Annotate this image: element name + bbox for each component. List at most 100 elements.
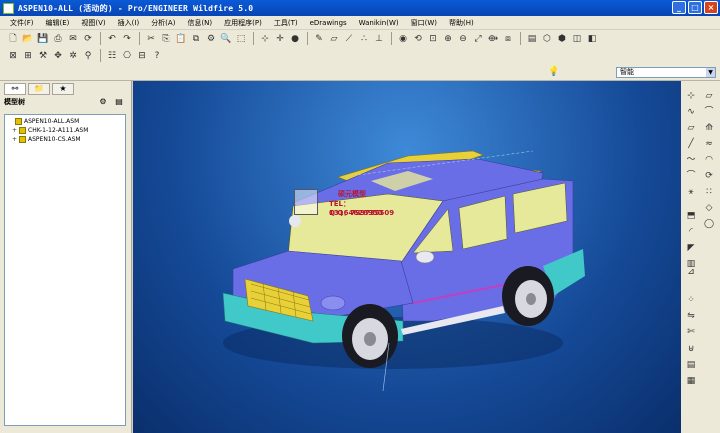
table-icon[interactable]: ☷ [105,49,119,63]
tree-expander-icon[interactable]: + [12,136,19,143]
shaded-icon[interactable]: ◧ [585,32,599,46]
tree-settings-icon[interactable]: ⚙ [95,97,111,108]
solidify-icon[interactable]: ▦ [684,375,698,387]
regen-manager-icon[interactable]: ⚙ [204,32,218,46]
merge-icon[interactable]: ⊎ [684,343,698,355]
close-button[interactable]: × [704,1,718,14]
minimize-button[interactable]: _ [672,1,686,14]
spline-icon[interactable]: ≈ [702,138,716,150]
wave-icon[interactable]: 〜 [684,154,698,166]
find-icon[interactable]: 🔍 [219,32,233,46]
tree-show-icon[interactable]: ▤ [111,97,127,108]
chamfer-icon[interactable]: ◤ [684,242,698,254]
graphics-viewport[interactable]: 硕元模型 TEL：13164628950 Q Q：799735509 [133,81,681,433]
surface-tool-icon[interactable]: ⌒ [702,106,716,118]
trim-icon[interactable]: ✄ [684,326,698,338]
menu-item[interactable]: 帮助(H) [443,18,480,28]
saved-views-icon[interactable]: ⧈ [501,32,515,46]
email-icon[interactable]: ✉ [66,32,80,46]
draft-icon[interactable]: ⊿ [684,266,698,278]
parallelogram-icon[interactable]: ▱ [684,122,698,134]
select-box-icon[interactable]: ⬚ [234,32,248,46]
datum-display-icon[interactable]: ⊹ [258,32,272,46]
blend-icon[interactable]: ◠ [702,154,716,166]
new-file-icon[interactable]: 🗋 [6,32,20,46]
print-icon[interactable]: ⎙ [51,32,65,46]
zoom-in-icon[interactable]: ⊕ [441,32,455,46]
arc-icon[interactable]: ⌒ [684,170,698,182]
component-icon[interactable]: ⊞ [21,49,35,63]
menu-item[interactable]: 应用程序(P) [218,18,268,28]
curve-tool-icon[interactable]: ∿ [684,106,698,118]
menu-item[interactable]: 文件(F) [4,18,40,28]
plane-tool-icon[interactable]: ▱ [702,90,716,102]
datum-tool-icon[interactable]: ⚹ [684,186,698,198]
refit-icon[interactable]: ⤢ [471,32,485,46]
tree-expander-icon[interactable]: + [12,127,19,134]
selection-filter-select[interactable]: 智能 ▼ [616,67,716,78]
datum-plane-icon[interactable]: ▱ [327,32,341,46]
no-hidden-icon[interactable]: ◫ [570,32,584,46]
drawing-icon[interactable]: ⎔ [120,49,134,63]
maximize-button[interactable]: □ [688,1,702,14]
menu-item[interactable]: eDrawings [304,19,353,27]
pattern-icon[interactable]: ⁘ [684,294,698,306]
assemble-icon[interactable]: ⚒ [36,49,50,63]
sketch-icon[interactable]: ✎ [312,32,326,46]
drag-component-icon[interactable]: ✥ [51,49,65,63]
regenerate-icon[interactable]: ⟳ [81,32,95,46]
mirror-icon[interactable]: ⇋ [684,310,698,322]
menu-item[interactable]: 信息(N) [181,18,218,28]
paste-icon[interactable]: 📋 [174,32,188,46]
thicken-icon[interactable]: ▤ [684,359,698,371]
reorient-icon[interactable]: ⟴ [486,32,500,46]
lightbulb-icon[interactable]: 💡 [548,67,559,78]
tab-model-tree[interactable]: ⚯ [4,83,26,95]
zoom-window-icon[interactable]: ⊡ [426,32,440,46]
help-icon[interactable]: ? [150,49,164,63]
cut-icon[interactable]: ✂ [144,32,158,46]
format-icon[interactable]: ⊟ [135,49,149,63]
extrude-icon[interactable]: ⬒ [684,210,698,222]
explode-icon[interactable]: ✲ [66,49,80,63]
menu-item[interactable]: 插入(I) [112,18,146,28]
menu-item[interactable]: 分析(A) [145,18,181,28]
offset-icon[interactable]: ⟰ [702,122,716,134]
tab-folder-browser[interactable]: 📁 [28,83,50,95]
revolve-icon[interactable]: ⟳ [702,170,716,182]
hidden-line-icon[interactable]: ⬢ [555,32,569,46]
tree-node[interactable]: ASPEN10-ALL.ASM [8,117,122,126]
save-icon[interactable]: 💾 [36,32,50,46]
tree-node[interactable]: + CHK-1-12-A111.ASM [8,126,122,135]
menu-item[interactable]: 工具(T) [268,18,304,28]
shading-icon[interactable]: ● [288,32,302,46]
sketch-tool-icon[interactable]: ⊹ [684,90,698,102]
point-tool-icon[interactable]: ∷ [702,186,716,198]
view-refresh-icon[interactable]: ⟲ [411,32,425,46]
zoom-out-icon[interactable]: ⊖ [456,32,470,46]
menu-item[interactable]: 编辑(E) [40,18,76,28]
close-window-icon[interactable]: ⊠ [6,49,20,63]
open-file-icon[interactable]: 📂 [21,32,35,46]
datum-axis-icon[interactable]: ⟋ [342,32,356,46]
measure-icon[interactable]: ⚲ [81,49,95,63]
line-tool-icon[interactable]: ╱ [684,138,698,150]
paste-special-icon[interactable]: ⧉ [189,32,203,46]
datum-point-icon[interactable]: ∴ [357,32,371,46]
undo-icon[interactable]: ↶ [105,32,119,46]
round-icon[interactable]: ◜ [684,226,698,238]
tab-favorites[interactable]: ★ [52,83,74,95]
layers-icon[interactable]: ▤ [525,32,539,46]
menu-item[interactable]: Wanikin(W) [353,19,405,27]
hole-icon[interactable]: ◯ [702,218,716,230]
redo-icon[interactable]: ↷ [120,32,134,46]
coord-sys-icon[interactable]: ⊥ [372,32,386,46]
menu-item[interactable]: 窗口(W) [405,18,443,28]
wireframe-icon[interactable]: ⬡ [540,32,554,46]
copy-icon[interactable]: ⎘ [159,32,173,46]
tree-node[interactable]: + ASPEN10-CS.ASM [8,135,122,144]
model-color-icon[interactable]: ◉ [396,32,410,46]
spin-center-icon[interactable]: ✛ [273,32,287,46]
shell-icon[interactable]: ◇ [702,202,716,214]
menu-item[interactable]: 视图(V) [75,18,111,28]
